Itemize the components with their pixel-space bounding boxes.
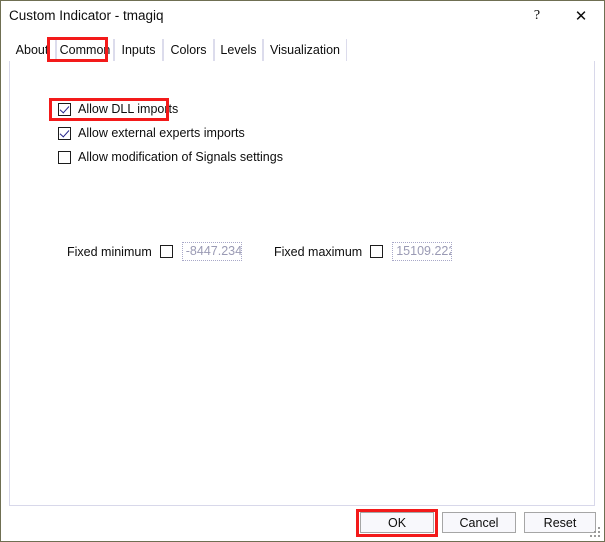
help-glyph: ? [533, 8, 541, 23]
checkbox-allow-external-experts-imports[interactable] [58, 126, 71, 140]
window-title: Custom Indicator - tmagiq [9, 8, 164, 23]
close-icon[interactable]: ✕ [563, 1, 599, 31]
checkbox-label-allow-external-experts-imports: Allow external experts imports [78, 126, 245, 140]
fixed-minimum-input[interactable]: -8447.234 [181, 242, 242, 261]
checkbox-row-allow-external-experts-imports[interactable]: Allow external experts imports [58, 126, 245, 140]
tab-inputs[interactable]: Inputs [114, 39, 163, 61]
checkbox-allow-dll-imports[interactable] [58, 102, 71, 116]
cancel-button[interactable]: Cancel [442, 512, 516, 533]
checkbox-allow-modification-of-signals-settings[interactable] [58, 150, 71, 164]
reset-button[interactable]: Reset [524, 512, 596, 533]
ok-button[interactable]: OK [360, 512, 434, 533]
fixed-maximum-label: Fixed maximum [274, 244, 363, 259]
tab-colors[interactable]: Colors [163, 39, 214, 61]
fixed-minimum-row: Fixed minimum -8447.234 [67, 242, 242, 261]
tab-about[interactable]: About [9, 39, 56, 61]
fixed-maximum-input[interactable]: 15109.2227 [392, 242, 453, 261]
checkbox-fixed-maximum[interactable] [370, 245, 384, 258]
tab-levels[interactable]: Levels [214, 39, 263, 61]
checkbox-label-allow-modification-of-signals-settings: Allow modification of Signals settings [78, 150, 283, 164]
tab-common[interactable]: Common [56, 39, 114, 61]
checkbox-label-allow-dll-imports: Allow DLL imports [78, 102, 179, 116]
tab-strip: About Common Inputs Colors Levels Visual… [9, 39, 595, 61]
tab-visualization[interactable]: Visualization [263, 39, 347, 61]
fixed-minimum-label: Fixed minimum [67, 244, 152, 259]
checkbox-row-allow-modification-of-signals-settings[interactable]: Allow modification of Signals settings [58, 150, 283, 164]
custom-indicator-dialog: Custom Indicator - tmagiq ? ✕ About Comm… [0, 0, 605, 542]
checkbox-fixed-minimum[interactable] [159, 245, 173, 258]
checkbox-row-allow-dll-imports[interactable]: Allow DLL imports [58, 102, 178, 116]
common-tab-panel: Allow DLL imports Allow external experts… [9, 61, 595, 506]
title-bar: Custom Indicator - tmagiq ? ✕ [1, 1, 604, 33]
close-glyph: ✕ [574, 6, 588, 25]
resize-grip-icon[interactable] [589, 526, 601, 538]
help-icon[interactable]: ? [519, 1, 555, 31]
fixed-maximum-row: Fixed maximum 15109.2227 [274, 242, 453, 261]
